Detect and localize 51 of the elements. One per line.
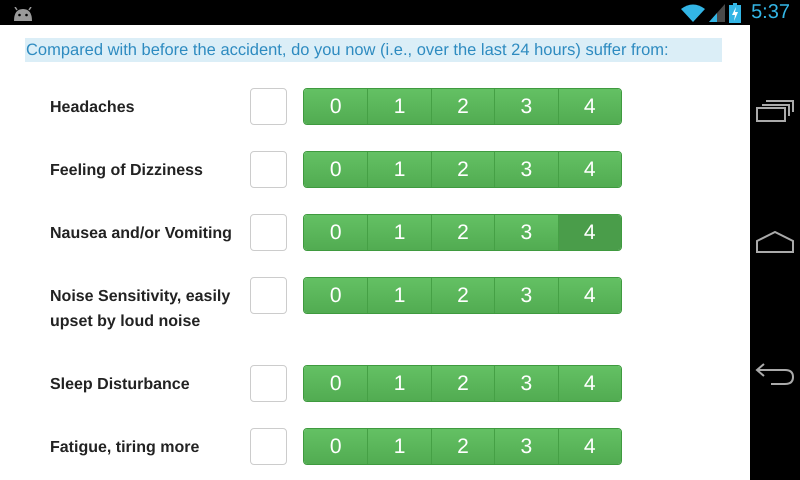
rating-button[interactable]: 4 <box>558 89 621 124</box>
symptom-label: Headaches <box>50 98 136 118</box>
rating-button[interactable]: 2 <box>430 89 494 124</box>
checkbox[interactable] <box>250 88 287 125</box>
checkbox[interactable] <box>250 151 287 188</box>
rating-button[interactable]: 2 <box>430 278 494 313</box>
rating-button[interactable]: 0 <box>304 278 368 313</box>
signal-icon <box>709 4 726 22</box>
rating-button[interactable]: 1 <box>367 152 431 187</box>
symptom-label: Fatigue, tiring more <box>50 438 200 458</box>
symptom-label: Sleep Disturbance <box>50 375 191 395</box>
checkbox[interactable] <box>250 428 287 465</box>
rating-button[interactable]: 0 <box>304 366 368 401</box>
back-icon[interactable] <box>755 363 795 386</box>
rating-button[interactable]: 2 <box>430 215 494 250</box>
rating-button[interactable]: 1 <box>367 366 431 401</box>
rating-button[interactable]: 0 <box>304 215 368 250</box>
rating-button[interactable]: 3 <box>494 215 558 250</box>
checkbox[interactable] <box>250 365 287 402</box>
wifi-icon <box>681 4 706 22</box>
rating-button[interactable]: 2 <box>430 152 494 187</box>
recent-apps-icon[interactable] <box>756 100 794 122</box>
rating-button[interactable]: 1 <box>367 215 431 250</box>
rating-button[interactable]: 0 <box>304 429 368 464</box>
symptom-label: Nausea and/or Vomiting <box>50 224 233 244</box>
rating-button[interactable]: 2 <box>430 429 494 464</box>
rating-button[interactable]: 0 <box>304 152 368 187</box>
rating-button[interactable]: 4 <box>558 429 621 464</box>
rating-button[interactable]: 2 <box>430 366 494 401</box>
status-time: 5:37 <box>751 1 790 24</box>
checkbox[interactable] <box>250 214 287 251</box>
rating-button[interactable]: 4 <box>558 366 621 401</box>
battery-icon <box>729 2 742 22</box>
rating-button[interactable]: 3 <box>494 366 558 401</box>
rating-button[interactable]: 1 <box>367 278 431 313</box>
rating-button[interactable]: 4 <box>558 215 621 250</box>
rating-button[interactable]: 1 <box>367 429 431 464</box>
rating-button[interactable]: 0 <box>304 89 368 124</box>
rating-button[interactable]: 4 <box>558 152 621 187</box>
android-icon <box>12 6 34 20</box>
symptom-label: Noise Sensitivity, easily upset by loud noise <box>50 287 232 332</box>
rating-button[interactable]: 4 <box>558 278 621 313</box>
question-text: Compared with before the accident, do you now (i.e., over the last 24 hours) suffer from: <box>25 38 722 62</box>
rating-button[interactable]: 3 <box>494 278 558 313</box>
home-icon[interactable] <box>756 231 794 254</box>
rating-button[interactable]: 3 <box>494 152 558 187</box>
rating-button[interactable]: 1 <box>367 89 431 124</box>
checkbox[interactable] <box>250 277 287 314</box>
rating-button[interactable]: 3 <box>494 429 558 464</box>
rating-button[interactable]: 3 <box>494 89 558 124</box>
symptom-label: Feeling of Dizziness <box>50 161 204 181</box>
